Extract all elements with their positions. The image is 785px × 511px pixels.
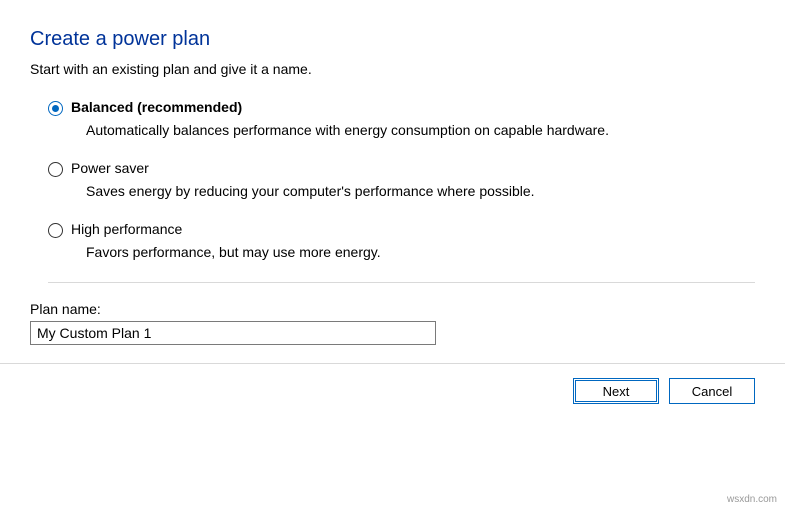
option-balanced-row[interactable]: Balanced (recommended) — [48, 99, 755, 116]
option-high-performance-row[interactable]: High performance — [48, 221, 755, 238]
power-plan-options: Balanced (recommended) Automatically bal… — [30, 99, 755, 283]
option-high-performance: High performance Favors performance, but… — [48, 221, 755, 260]
radio-icon[interactable] — [48, 101, 63, 116]
footer-buttons: Next Cancel — [0, 364, 785, 404]
option-description: Saves energy by reducing your computer's… — [86, 183, 755, 199]
option-description: Automatically balances performance with … — [86, 122, 755, 138]
next-button[interactable]: Next — [573, 378, 659, 404]
plan-name-input[interactable] — [30, 321, 436, 345]
option-label: Balanced (recommended) — [71, 99, 242, 115]
radio-icon[interactable] — [48, 223, 63, 238]
plan-name-label: Plan name: — [30, 301, 755, 317]
watermark: wsxdn.com — [727, 494, 777, 505]
option-power-saver-row[interactable]: Power saver — [48, 160, 755, 177]
radio-icon[interactable] — [48, 162, 63, 177]
divider — [48, 282, 755, 283]
option-description: Favors performance, but may use more ene… — [86, 244, 755, 260]
option-power-saver: Power saver Saves energy by reducing you… — [48, 160, 755, 199]
option-label: High performance — [71, 221, 182, 237]
cancel-button[interactable]: Cancel — [669, 378, 755, 404]
option-label: Power saver — [71, 160, 149, 176]
option-balanced: Balanced (recommended) Automatically bal… — [48, 99, 755, 138]
page-title: Create a power plan — [30, 28, 755, 51]
page-subtitle: Start with an existing plan and give it … — [30, 61, 755, 77]
